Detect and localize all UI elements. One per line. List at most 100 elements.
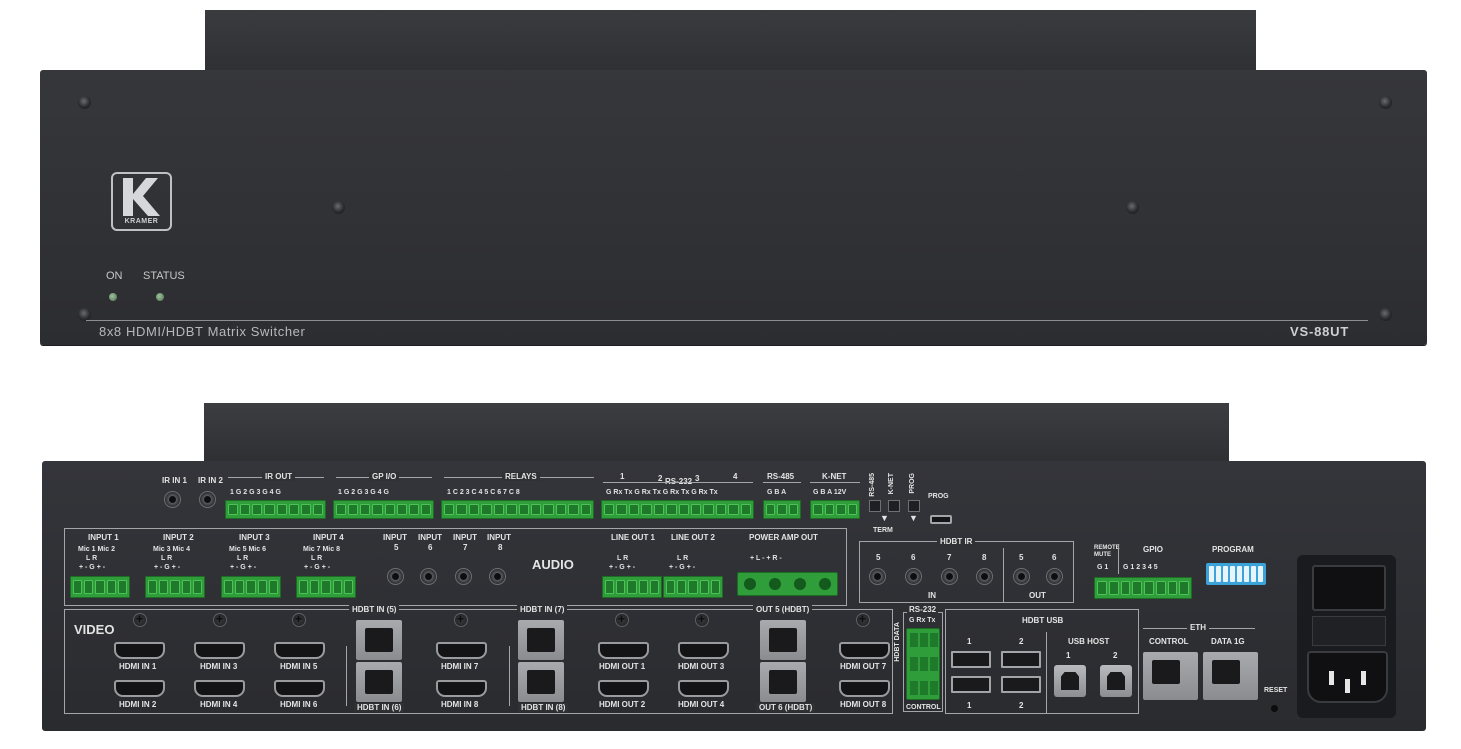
- status-led-icon: [156, 293, 164, 301]
- out-6-hdbt-label: OUT 6 (HDBT): [756, 703, 816, 712]
- term-rs485-switch[interactable]: [869, 500, 881, 512]
- rs232-right-terminal[interactable]: [906, 628, 940, 700]
- hdmi-out-7-label: HDMI OUT 7: [840, 662, 887, 671]
- hdmi-in-6-port[interactable]: [274, 680, 325, 697]
- audio-input-8-jack[interactable]: [489, 568, 506, 585]
- out-6-hdbt-port[interactable]: [760, 662, 806, 702]
- hdbt-ir-in-8-jack[interactable]: [976, 568, 993, 585]
- audio-input-3-pins: + - G + -: [230, 564, 257, 571]
- ir-in-2-jack[interactable]: [199, 491, 216, 508]
- screw-icon: [1379, 96, 1392, 109]
- audio-input-1-pins: + - G + -: [79, 564, 106, 571]
- model-description: 8x8 HDMI/HDBT Matrix Switcher: [99, 324, 306, 339]
- hdmi-in-7-port[interactable]: [436, 642, 487, 659]
- line-out-2-terminal[interactable]: [663, 576, 723, 598]
- gpio-right-pins: G 1 2 3 4 5: [1123, 564, 1158, 571]
- audio-input-5-title: INPUT: [383, 533, 407, 542]
- screw-icon: [332, 201, 345, 214]
- hdbt-ir-in-6-jack[interactable]: [905, 568, 922, 585]
- ir-out-pins: 1 G 2 G 3 G 4 G: [230, 489, 281, 496]
- gpio-right-terminal[interactable]: [1094, 577, 1192, 599]
- hdbt-in-5-port[interactable]: [356, 620, 402, 660]
- hdbt-ir-out-6-jack[interactable]: [1046, 568, 1063, 585]
- program-label: PROGRAM: [1212, 545, 1254, 554]
- audio-input-2-terminal[interactable]: [145, 576, 205, 598]
- hdmi-out-3-port[interactable]: [678, 642, 729, 659]
- hdmi-out-7-port[interactable]: [839, 642, 890, 659]
- gpio-right-label: GPIO: [1143, 545, 1164, 554]
- knet-terminal[interactable]: [810, 500, 860, 519]
- gpio-top-terminal[interactable]: [333, 500, 434, 519]
- hdbt-usb-port[interactable]: [951, 676, 991, 693]
- rs232-right-label: RS-232: [907, 605, 939, 614]
- hdbt-ir-in-5-jack[interactable]: [869, 568, 886, 585]
- out-5-hdbt-port[interactable]: [760, 620, 806, 660]
- hdbt-in-8-port[interactable]: [518, 662, 564, 702]
- audio-input-1-lr: L R: [86, 555, 98, 562]
- prog-switch[interactable]: [908, 500, 920, 512]
- audio-input-4-terminal[interactable]: [296, 576, 356, 598]
- hdbt-usb-port[interactable]: [1001, 676, 1041, 693]
- term-knet-label: K-NET: [888, 473, 895, 495]
- power-amp-out-pins: + L - + R -: [750, 555, 782, 562]
- hdbt-usb-port[interactable]: [1001, 651, 1041, 668]
- hdbt-ir-num: 8: [982, 553, 987, 562]
- reset-button[interactable]: [1271, 705, 1278, 712]
- hdmi-in-2-port[interactable]: [114, 680, 165, 697]
- hdbt-ir-in-7-jack[interactable]: [941, 568, 958, 585]
- audio-input-8-num: 8: [498, 543, 503, 552]
- usb-host-1-port[interactable]: [1054, 665, 1086, 697]
- hdmi-out-2-port[interactable]: [598, 680, 649, 697]
- usb-host-2-port[interactable]: [1100, 665, 1132, 697]
- rs232-right-pins: G Rx Tx: [909, 617, 936, 624]
- hdmi-in-3-port[interactable]: [194, 642, 245, 659]
- audio-input-4-pins: + - G + -: [304, 564, 331, 571]
- hdmi-out-8-port[interactable]: [839, 680, 890, 697]
- rs232-control-label: CONTROL: [906, 704, 941, 711]
- audio-input-6-jack[interactable]: [420, 568, 437, 585]
- hdmi-in-4-port[interactable]: [194, 680, 245, 697]
- fuse-holder: [1312, 616, 1386, 646]
- relays-terminal[interactable]: [441, 500, 594, 519]
- audio-input-3-terminal[interactable]: [221, 576, 281, 598]
- audio-input-7-jack[interactable]: [455, 568, 472, 585]
- screw-icon: [856, 612, 870, 627]
- audio-input-6-title: INPUT: [418, 533, 442, 542]
- usb-divider: [1046, 632, 1047, 714]
- audio-input-5-jack[interactable]: [387, 568, 404, 585]
- hdbt-ir-in-label: IN: [928, 591, 936, 600]
- ir-in-1-jack[interactable]: [164, 491, 181, 508]
- eth-data-port[interactable]: [1203, 652, 1258, 700]
- audio-input-1-sub: Mic 1 Mic 2: [78, 546, 115, 553]
- ir-out-terminal[interactable]: [225, 500, 326, 519]
- audio-input-6-num: 6: [428, 543, 433, 552]
- hdmi-out-1-port[interactable]: [598, 642, 649, 659]
- line-out-1-label: LINE OUT 1: [611, 533, 656, 542]
- hdmi-in-5-port[interactable]: [274, 642, 325, 659]
- hdbt-ir-out-5-jack[interactable]: [1013, 568, 1030, 585]
- hdbt-in-7-port[interactable]: [518, 620, 564, 660]
- eth-control-port[interactable]: [1143, 652, 1198, 700]
- mini-usb-prog-port[interactable]: [930, 515, 952, 524]
- power-amp-out-terminal[interactable]: [737, 572, 838, 596]
- line-out-1-terminal[interactable]: [602, 576, 662, 598]
- hdmi-in-8-port[interactable]: [436, 680, 487, 697]
- program-dip-switch[interactable]: [1206, 563, 1266, 585]
- iec-power-inlet[interactable]: [1307, 651, 1388, 703]
- screw-icon: [1126, 201, 1139, 214]
- hdmi-in-1-port[interactable]: [114, 642, 165, 659]
- hdmi-in-6-label: HDMI IN 6: [280, 700, 318, 709]
- power-switch[interactable]: [1312, 565, 1386, 611]
- audio-input-1-terminal[interactable]: [70, 576, 130, 598]
- audio-input-2-title: INPUT 2: [163, 533, 194, 542]
- hdbt-usb-port[interactable]: [951, 651, 991, 668]
- rs485-terminal[interactable]: [763, 500, 801, 519]
- hdmi-out-4-port[interactable]: [678, 680, 729, 697]
- hdbt-ir-out-label: OUT: [1029, 591, 1046, 600]
- hdbt-in-6-port[interactable]: [356, 662, 402, 702]
- term-knet-switch[interactable]: [888, 500, 900, 512]
- hdbt-ir-num: 7: [947, 553, 952, 562]
- rs232-top-terminal[interactable]: [601, 500, 754, 519]
- power-amp-out-label: POWER AMP OUT: [749, 533, 818, 542]
- audio-input-5-num: 5: [394, 543, 399, 552]
